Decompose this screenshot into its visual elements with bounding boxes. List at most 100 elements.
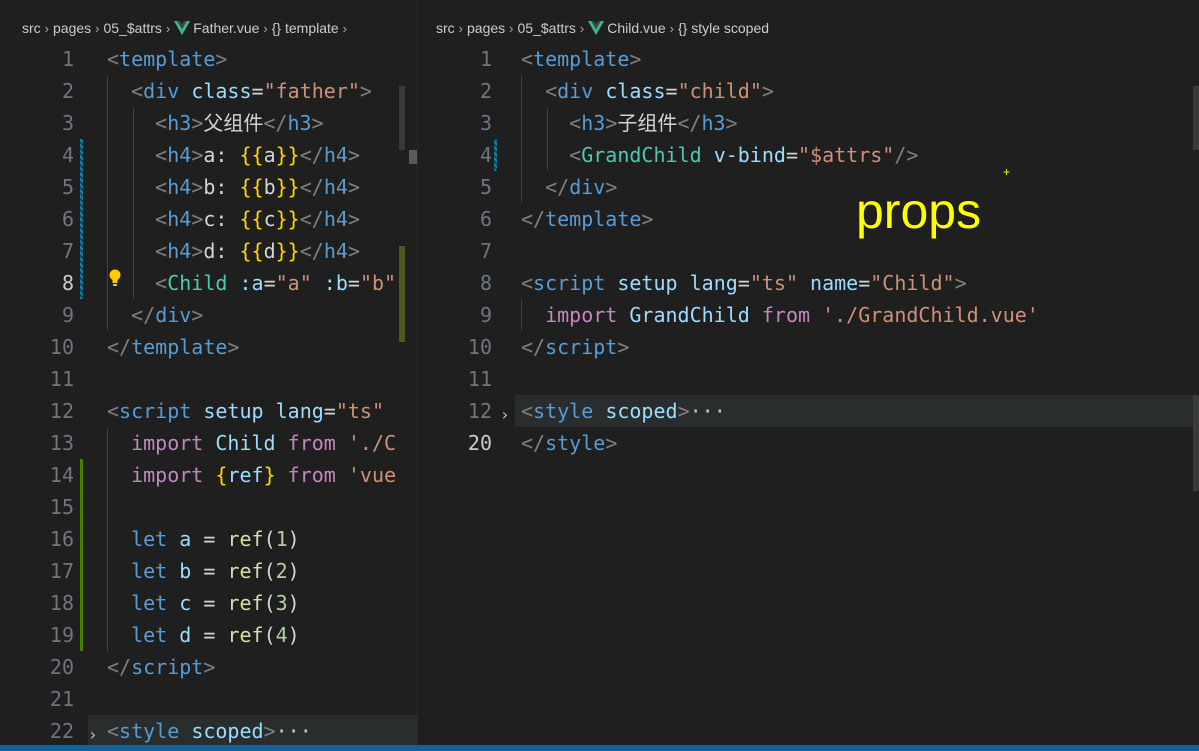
code-line[interactable]: 11 [427,363,1199,395]
code-text[interactable]: </style> [521,427,617,459]
code-line[interactable]: 5 <h4>b: {{b}}</h4> [0,171,417,203]
breadcrumb-file[interactable]: Father.vue [193,20,259,36]
code-text[interactable]: <div class="father"> [107,75,372,107]
code-token: = [191,623,228,647]
code-text[interactable]: import GrandChild from './GrandChild.vue… [521,299,1039,331]
code-text[interactable]: let b = ref(2) [107,555,300,587]
code-text[interactable]: <h3>父组件</h3> [107,107,323,139]
code-text[interactable]: <GrandChild v-bind="$attrs"/> [521,139,918,171]
code-line[interactable]: 22 <style scoped>··· [0,715,417,747]
editor-pane-father[interactable]: src › pages › 05_$attrs › Father.vue › {} te… [0,0,417,751]
line-number: 13 [49,431,74,455]
breadcrumb: src › pages › 05_$attrs › Child.vue › {} sty… [436,17,769,39]
breadcrumb-symbol[interactable]: {} style scoped [678,20,769,36]
breadcrumb-file[interactable]: Child.vue [607,20,665,36]
code-text[interactable]: </template> [521,203,653,235]
code-text[interactable]: <script setup lang="ts" [107,395,384,427]
code-text[interactable]: <h4>a: {{a}}</h4> [107,139,360,171]
code-line[interactable]: 7 <h4>d: {{d}}</h4> [0,235,417,267]
code-text[interactable]: <script setup lang="ts" name="Child"> [521,267,967,299]
code-text[interactable]: import Child from './C [107,427,396,459]
code-line[interactable]: 1 <template> [427,43,1199,75]
code-line[interactable]: 20 </style> [427,427,1199,459]
code-line[interactable]: 10 </template> [0,331,417,363]
code-line[interactable]: 11 [0,363,417,395]
code-text[interactable]: </div> [107,299,203,331]
code-line[interactable]: 20 </script> [0,651,417,683]
code-token: template [119,47,216,71]
code-line[interactable]: 3 <h3>子组件</h3> [427,107,1199,139]
code-text[interactable]: let c = ref(3) [107,587,300,619]
line-number: 12 [467,399,492,423]
code-line[interactable]: 13 import Child from './C [0,427,417,459]
code-text[interactable]: <Child :a="a" :b="b" [107,267,396,299]
status-bar[interactable] [0,745,1199,751]
editor-pane-child[interactable]: src › pages › 05_$attrs › Child.vue › {} sty… [427,0,1199,751]
code-line[interactable]: 4 <GrandChild v-bind="$attrs"/> [427,139,1199,171]
code-text[interactable]: import {ref} from 'vue [107,459,396,491]
code-text[interactable]: <h4>d: {{d}}</h4> [107,235,360,267]
code-line[interactable]: 10 </script> [427,331,1199,363]
code-text[interactable]: <style scoped>··· [107,715,312,747]
breadcrumb-item[interactable]: src [436,20,455,36]
breadcrumb-item[interactable]: src [22,20,41,36]
code-line[interactable]: 16 let a = ref(1) [0,523,417,555]
breadcrumb-item[interactable]: pages [53,20,91,36]
code-line[interactable]: 17 let b = ref(2) [0,555,417,587]
code-text[interactable]: </template> [107,331,239,363]
code-line[interactable]: 5 </div> [427,171,1199,203]
code-token: < [521,271,534,295]
code-text[interactable]: let d = ref(4) [107,619,300,651]
code-line[interactable]: 6 </template> [427,203,1199,235]
code-line[interactable]: 7 [427,235,1199,267]
code-line[interactable]: 21 [0,683,417,715]
code-text[interactable]: </div> [521,171,617,203]
code-line[interactable]: 2 <div class="father"> [0,75,417,107]
code-line[interactable]: 1 <template> [0,43,417,75]
breadcrumb-item[interactable]: 05_$attrs [104,20,162,36]
code-token: > [347,175,360,199]
code-text[interactable]: </script> [107,651,215,683]
line-number: 8 [61,271,74,295]
code-token: h3 [581,111,606,135]
code-line[interactable]: 12 <style scoped>··· [427,395,1199,427]
code-text[interactable]: <template> [521,43,641,75]
line-number: 22 [49,719,74,743]
code-token: ··· [689,399,726,423]
code-text[interactable]: <h4>b: {{b}}</h4> [107,171,360,203]
code-token: import [545,303,618,327]
code-text[interactable]: <h4>c: {{c}}</h4> [107,203,360,235]
breadcrumb-item[interactable]: pages [467,20,505,36]
code-text[interactable]: <div class="child"> [521,75,774,107]
code-line[interactable]: 18 let c = ref(3) [0,587,417,619]
code-text[interactable]: let a = ref(1) [107,523,300,555]
code-line[interactable]: 14 import {ref} from 'vue [0,459,417,491]
code-line[interactable]: 15 [0,491,417,523]
code-token: ref [227,463,264,487]
code-text[interactable]: </script> [521,331,629,363]
code-line[interactable]: 9 import GrandChild from './GrandChild.v… [427,299,1199,331]
code-line[interactable]: 12 <script setup lang="ts" [0,395,417,427]
code-text[interactable]: <template> [107,43,227,75]
line-number: 15 [49,495,74,519]
code-line[interactable]: 9 </div> [0,299,417,331]
code-text[interactable]: <style scoped>··· [521,395,726,427]
breadcrumb-symbol[interactable]: {} template [272,20,339,36]
code-line[interactable]: 8 <Child :a="a" :b="b" [0,267,417,299]
code-token: ( [263,591,276,615]
code-text[interactable]: <h3>子组件</h3> [521,107,737,139]
breadcrumb-item[interactable]: 05_$attrs [518,20,576,36]
code-line[interactable]: 6 <h4>c: {{c}}</h4> [0,203,417,235]
code-line[interactable]: 2 <div class="child"> [427,75,1199,107]
code-token: ( [263,623,276,647]
code-token: > [954,271,967,295]
code-token: }} [275,143,300,167]
code-line[interactable]: 3 <h3>父组件</h3> [0,107,417,139]
code-line[interactable]: 8 <script setup lang="ts" name="Child"> [427,267,1199,299]
code-token: = [191,591,228,615]
code-token: ref [227,559,264,583]
code-line[interactable]: 19 let d = ref(4) [0,619,417,651]
code-line[interactable]: 4 <h4>a: {{a}}</h4> [0,139,417,171]
